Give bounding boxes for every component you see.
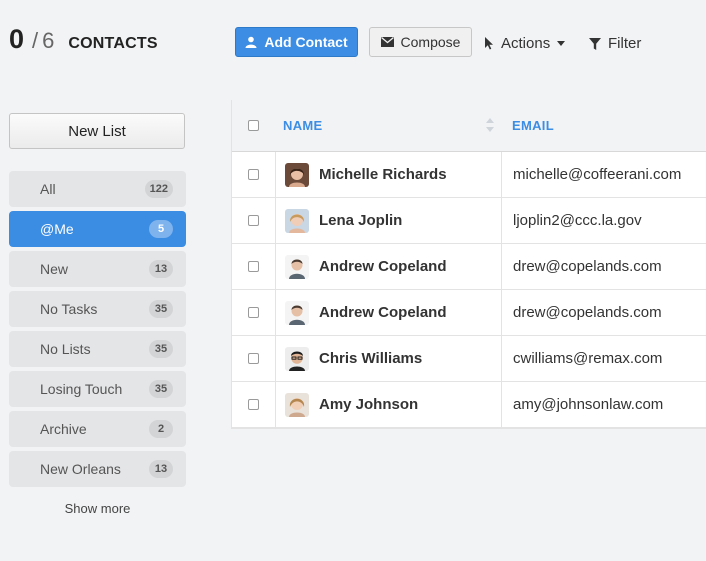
contact-name[interactable]: Andrew Copeland — [319, 258, 447, 275]
contact-name[interactable]: Andrew Copeland — [319, 304, 447, 321]
sidebar-item-label: Losing Touch — [40, 381, 123, 397]
avatar — [285, 254, 309, 279]
table-row[interactable]: Andrew Copeland drew@copelands.com — [232, 244, 706, 290]
select-all-checkbox[interactable] — [248, 120, 259, 131]
compose-button[interactable]: Compose — [369, 27, 472, 57]
row-checkbox[interactable] — [248, 353, 259, 364]
column-divider — [501, 336, 502, 381]
sidebar-item-new-orleans[interactable]: New Orleans 13 — [9, 451, 186, 487]
count-badge: 13 — [149, 460, 173, 478]
column-divider — [275, 198, 276, 243]
sidebar-item-label: No Tasks — [40, 301, 98, 317]
row-checkbox[interactable] — [248, 261, 259, 272]
contact-count: 0 / 6 CONTACTS — [9, 24, 158, 55]
contact-name[interactable]: Michelle Richards — [319, 166, 447, 183]
show-more-link[interactable]: Show more — [9, 501, 186, 516]
column-divider — [501, 382, 502, 427]
sort-icon[interactable] — [486, 118, 494, 132]
column-divider — [275, 290, 276, 335]
add-contact-button[interactable]: Add Contact — [235, 27, 358, 57]
avatar — [285, 392, 309, 417]
count-badge: 35 — [149, 340, 173, 358]
column-divider — [501, 198, 502, 243]
filter-button[interactable]: Filter — [589, 35, 641, 52]
row-checkbox[interactable] — [248, 169, 259, 180]
actions-label: Actions — [501, 35, 551, 52]
sidebar-item-losing-touch[interactable]: Losing Touch 35 — [9, 371, 186, 407]
count-badge: 2 — [149, 420, 173, 438]
column-divider — [275, 336, 276, 381]
contact-name[interactable]: Lena Joplin — [319, 212, 402, 229]
envelope-icon — [380, 37, 394, 47]
sidebar-item-label: @Me — [40, 221, 74, 237]
contact-email[interactable]: ljoplin2@ccc.la.gov — [513, 212, 642, 229]
row-checkbox[interactable] — [248, 307, 259, 318]
cursor-icon — [485, 37, 493, 50]
chevron-down-icon — [557, 41, 566, 46]
column-divider — [501, 152, 502, 197]
column-divider — [501, 244, 502, 289]
user-icon — [245, 36, 257, 48]
count-badge: 5 — [149, 220, 173, 238]
sidebar-item-label: Archive — [40, 421, 87, 437]
contact-name[interactable]: Amy Johnson — [319, 396, 418, 413]
sidebar-item-new[interactable]: New 13 — [9, 251, 186, 287]
contact-name[interactable]: Chris Williams — [319, 350, 422, 367]
sidebar-item-label: New — [40, 261, 69, 277]
sidebar-item-no-tasks[interactable]: No Tasks 35 — [9, 291, 186, 327]
column-header-name[interactable]: NAME — [283, 118, 322, 133]
total-count: 6 — [42, 28, 55, 53]
funnel-icon — [589, 37, 601, 50]
sidebar-item-me[interactable]: @Me 5 — [9, 211, 186, 247]
column-divider — [275, 382, 276, 427]
count-separator: / — [32, 28, 39, 53]
count-badge: 13 — [149, 260, 173, 278]
contact-email[interactable]: michelle@coffeerani.com — [513, 166, 681, 183]
sidebar-item-no-lists[interactable]: No Lists 35 — [9, 331, 186, 367]
page-title: CONTACTS — [68, 35, 158, 52]
contact-email[interactable]: drew@copelands.com — [513, 304, 662, 321]
sidebar-lists: All 122 @Me 5 New 13 No Tasks 35 No List… — [9, 171, 186, 491]
filter-label: Filter — [608, 35, 642, 52]
actions-dropdown[interactable]: Actions — [484, 35, 566, 52]
count-badge: 122 — [144, 180, 173, 198]
avatar — [285, 300, 309, 325]
table-row[interactable]: Amy Johnson amy@johnsonlaw.com — [232, 382, 706, 428]
sidebar-item-label: No Lists — [40, 341, 91, 357]
table-row[interactable]: Lena Joplin ljoplin2@ccc.la.gov — [232, 198, 706, 244]
new-list-button[interactable]: New List — [9, 113, 185, 149]
column-divider — [501, 290, 502, 335]
row-checkbox[interactable] — [248, 399, 259, 410]
add-contact-label: Add Contact — [264, 34, 348, 50]
contact-email[interactable]: cwilliams@remax.com — [513, 350, 662, 367]
sidebar-item-archive[interactable]: Archive 2 — [9, 411, 186, 447]
row-checkbox[interactable] — [248, 215, 259, 226]
contact-email[interactable]: amy@johnsonlaw.com — [513, 396, 663, 413]
compose-label: Compose — [400, 34, 461, 50]
avatar — [285, 162, 309, 187]
new-list-label: New List — [68, 122, 126, 140]
table-row[interactable]: Michelle Richards michelle@coffeerani.co… — [232, 152, 706, 198]
column-divider — [275, 244, 276, 289]
table-header: NAME EMAIL — [232, 100, 706, 152]
count-badge: 35 — [149, 380, 173, 398]
sidebar-item-label: New Orleans — [40, 461, 121, 477]
table-row[interactable]: Andrew Copeland drew@copelands.com — [232, 290, 706, 336]
sidebar-item-all[interactable]: All 122 — [9, 171, 186, 207]
contacts-table: NAME EMAIL Michelle Richards michelle@co… — [231, 100, 706, 429]
table-row[interactable]: Chris Williams cwilliams@remax.com — [232, 336, 706, 382]
avatar — [285, 346, 309, 371]
column-divider — [275, 152, 276, 197]
sidebar-item-label: All — [40, 181, 56, 197]
contact-email[interactable]: drew@copelands.com — [513, 258, 662, 275]
avatar — [285, 208, 309, 233]
selected-count: 0 — [9, 24, 25, 54]
count-badge: 35 — [149, 300, 173, 318]
column-header-email[interactable]: EMAIL — [512, 118, 554, 133]
